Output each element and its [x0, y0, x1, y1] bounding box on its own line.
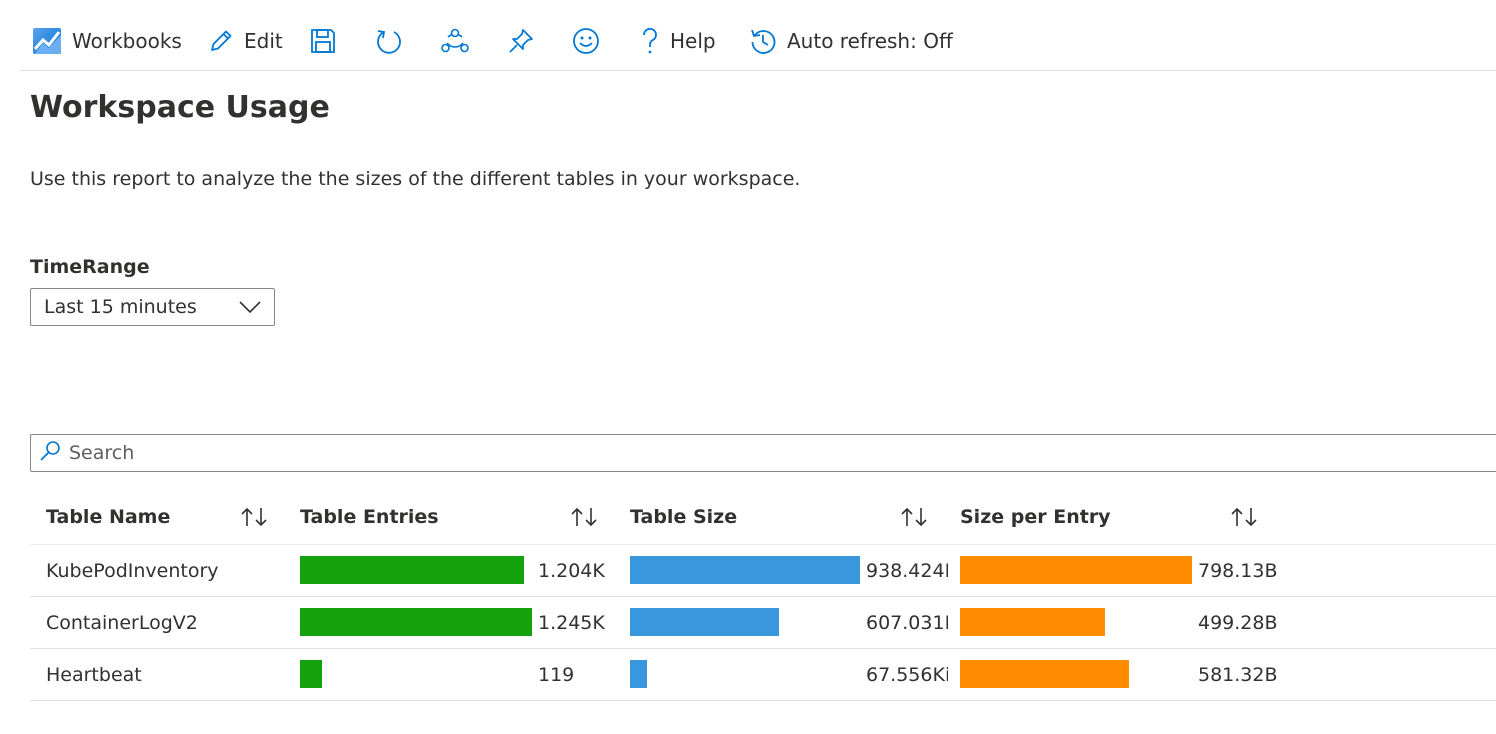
workbook-toolbar: Workbooks Edit Help Auto refresh: Off [20, 18, 1496, 71]
pencil-icon [211, 30, 232, 51]
sort-icon[interactable] [1230, 506, 1260, 528]
table-name-cell: Heartbeat [46, 663, 142, 686]
pin-button[interactable] [507, 18, 535, 64]
entries-value: 119 [538, 663, 575, 686]
save-icon [311, 29, 335, 53]
table-name-cell: KubePodInventory [46, 559, 219, 582]
size-value: 67.556Ki [866, 663, 948, 686]
workbooks-label: Workbooks [72, 29, 182, 53]
feedback-button[interactable] [572, 18, 600, 64]
entries-value: 1.245K [538, 611, 605, 634]
auto-refresh-button[interactable]: Auto refresh: Off [749, 18, 953, 64]
sort-icon[interactable] [570, 506, 600, 528]
size-per-entry-value: 499.28B [1198, 611, 1278, 634]
help-label: Help [670, 29, 716, 53]
workbooks-icon [33, 28, 61, 54]
grid-header-row: Table Name Table Entries Table Size Size… [30, 490, 1496, 545]
entries-bar [300, 556, 524, 584]
size-bar [630, 660, 647, 688]
edit-button[interactable]: Edit [208, 18, 283, 64]
page-title: Workspace Usage [30, 90, 330, 125]
edit-label: Edit [244, 29, 283, 53]
smiley-icon [573, 28, 599, 54]
table-grid: Table Name Table Entries Table Size Size… [30, 490, 1496, 701]
search-input[interactable] [69, 439, 1469, 467]
size-per-entry-bar [960, 608, 1105, 636]
help-button[interactable]: Help [640, 18, 716, 64]
search-icon [40, 441, 60, 461]
entries-bar [300, 608, 532, 636]
chevron-down-icon [239, 301, 261, 314]
size-per-entry-bar [960, 556, 1192, 584]
size-per-entry-value: 581.32B [1198, 663, 1278, 686]
size-per-entry-value: 798.13B [1198, 559, 1278, 582]
column-header-size-per-entry[interactable]: Size per Entry [960, 490, 1111, 544]
column-header-table-size[interactable]: Table Size [630, 490, 737, 544]
auto-refresh-label: Auto refresh: Off [787, 29, 953, 53]
size-bar [630, 556, 860, 584]
sort-icon[interactable] [900, 506, 930, 528]
time-range-value: Last 15 minutes [44, 296, 197, 318]
table-row[interactable]: ContainerLogV2 1.245K 607.031K 499.28B [30, 597, 1496, 649]
refresh-button[interactable] [375, 18, 403, 64]
entries-bar [300, 660, 322, 688]
entries-value: 1.204K [538, 559, 605, 582]
refresh-icon [377, 30, 401, 54]
history-icon [751, 29, 776, 54]
grid-search-box[interactable] [30, 434, 1496, 472]
share-icon [441, 28, 469, 53]
save-button[interactable] [310, 18, 336, 64]
workbooks-button[interactable]: Workbooks [32, 18, 182, 64]
share-button[interactable] [440, 18, 470, 64]
question-icon [643, 27, 657, 54]
sort-icon[interactable] [240, 506, 270, 528]
size-value: 938.424K [866, 559, 948, 582]
table-row[interactable]: KubePodInventory 1.204K 938.424K 798.13B [30, 545, 1496, 597]
size-value: 607.031K [866, 611, 948, 634]
size-bar [630, 608, 779, 636]
column-header-table-entries[interactable]: Table Entries [300, 490, 439, 544]
column-header-table-name[interactable]: Table Name [46, 490, 170, 544]
table-name-cell: ContainerLogV2 [46, 611, 198, 634]
table-row[interactable]: Heartbeat 119 67.556Ki 581.32B [30, 649, 1496, 701]
time-range-label: TimeRange [30, 256, 150, 278]
size-per-entry-bar [960, 660, 1129, 688]
pin-icon [509, 29, 533, 53]
time-range-dropdown[interactable]: Last 15 minutes [30, 288, 275, 326]
page-description: Use this report to analyze the the sizes… [30, 168, 801, 190]
